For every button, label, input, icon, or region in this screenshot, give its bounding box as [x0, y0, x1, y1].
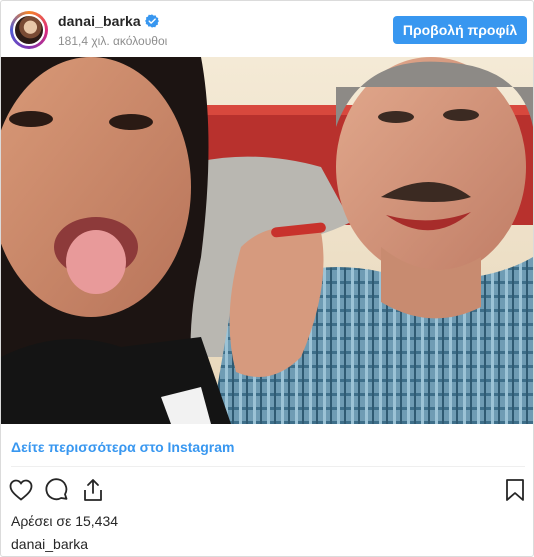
- verified-badge-icon: [144, 14, 159, 28]
- instagram-embed-card: danai_barka 181,4 χιλ. ακόλουθοι Προβολή…: [0, 0, 534, 557]
- action-bar: [1, 474, 533, 508]
- username-row: danai_barka: [58, 13, 159, 29]
- comment-icon[interactable]: [43, 476, 71, 504]
- divider: [11, 466, 525, 467]
- view-profile-button[interactable]: Προβολή προφίλ: [393, 16, 527, 44]
- bookmark-icon[interactable]: [501, 476, 529, 504]
- post-header: danai_barka 181,4 χιλ. ακόλουθοι Προβολή…: [1, 1, 533, 57]
- heart-icon[interactable]: [7, 476, 35, 504]
- username[interactable]: danai_barka: [58, 13, 141, 29]
- post-photo[interactable]: [1, 57, 533, 424]
- like-count[interactable]: Αρέσει σε 15,434: [11, 513, 118, 529]
- photo-illustration: [1, 57, 533, 424]
- more-on-instagram-link[interactable]: Δείτε περισσότερα στο Instagram: [11, 439, 234, 455]
- share-icon[interactable]: [79, 476, 107, 504]
- avatar[interactable]: [13, 14, 45, 46]
- avatar-ring[interactable]: [10, 11, 48, 49]
- caption-username[interactable]: danai_barka: [11, 536, 88, 552]
- followers-count: 181,4 χιλ. ακόλουθοι: [58, 34, 168, 48]
